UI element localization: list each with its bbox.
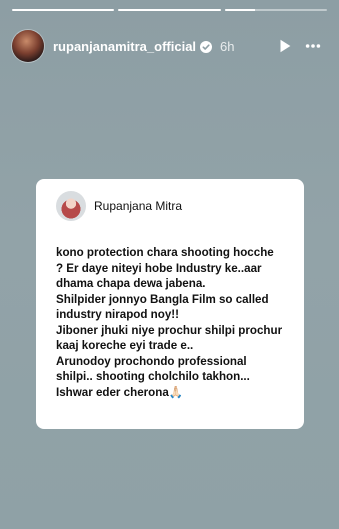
progress-fill-2 <box>118 9 221 11</box>
story-viewer: rupanjanamitra_official 6h Rupanjana Mit <box>0 0 339 529</box>
story-header: rupanjanamitra_official 6h <box>12 29 327 63</box>
shared-post-card[interactable]: Rupanjana Mitra kono protection chara sh… <box>36 179 304 429</box>
progress-segment-1 <box>12 9 115 11</box>
card-author-avatar <box>56 191 86 221</box>
progress-fill-3 <box>224 9 256 11</box>
more-options-button[interactable] <box>299 32 327 60</box>
progress-segment-3 <box>224 9 327 11</box>
play-button[interactable] <box>271 32 299 60</box>
card-header: Rupanjana Mitra <box>56 191 284 221</box>
progress-fill-1 <box>12 9 115 11</box>
card-author-name: Rupanjana Mitra <box>94 199 183 213</box>
play-icon <box>280 39 291 53</box>
verified-badge-icon <box>200 40 213 53</box>
username[interactable]: rupanjanamitra_official <box>53 39 196 54</box>
card-post-text: kono protection chara shooting hocche ? … <box>56 246 283 399</box>
profile-avatar[interactable] <box>12 30 44 62</box>
story-progress-bar <box>12 9 327 11</box>
more-options-icon <box>305 44 321 48</box>
progress-segment-2 <box>118 9 221 11</box>
post-time: 6h <box>220 38 235 54</box>
